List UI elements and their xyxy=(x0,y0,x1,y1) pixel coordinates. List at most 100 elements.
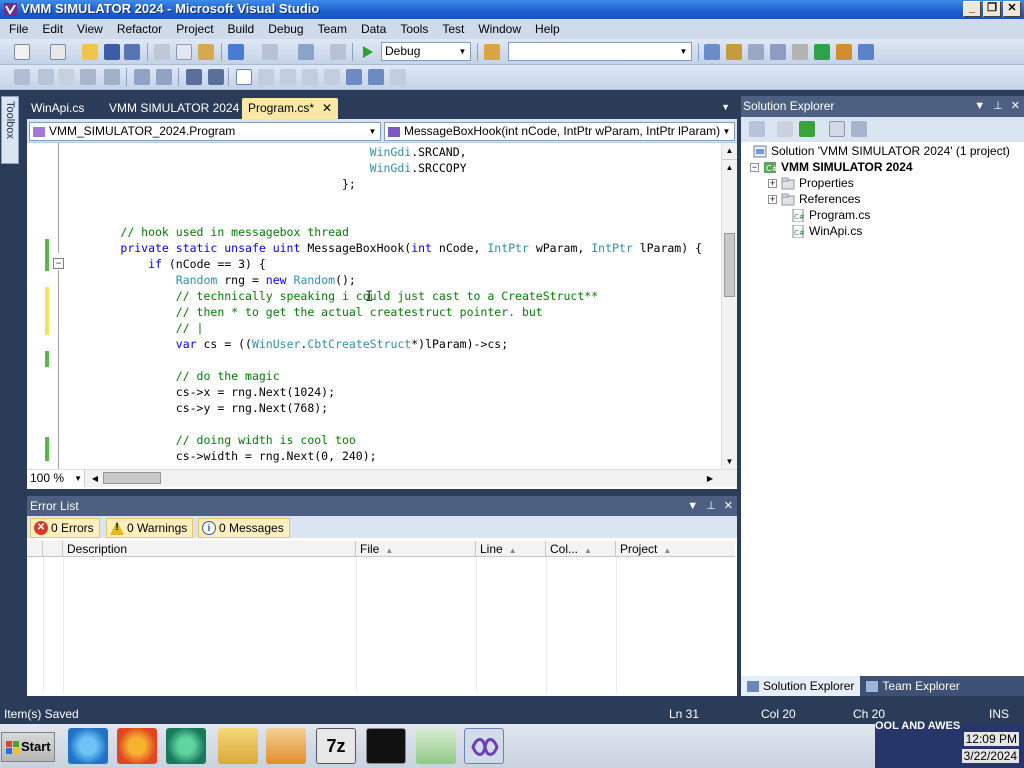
toolbox-tab[interactable]: Toolbox xyxy=(1,96,19,164)
vertical-scrollbar[interactable]: ▲ ▲ ▼ xyxy=(721,143,737,469)
collapse-toggle-icon[interactable]: − xyxy=(750,162,759,172)
active-files-dropdown-icon[interactable]: ▼ xyxy=(721,102,730,112)
extension-manager-icon[interactable] xyxy=(836,44,852,60)
decrease-indent-icon[interactable] xyxy=(134,69,150,85)
class-view-icon[interactable] xyxy=(770,44,786,60)
window-position-icon[interactable]: ▼ xyxy=(687,496,698,516)
previous-bookmark-icon[interactable] xyxy=(258,69,274,85)
menu-view[interactable]: View xyxy=(70,19,110,39)
parameter-info-icon[interactable] xyxy=(38,69,54,85)
previous-bookmark-in-document-icon[interactable] xyxy=(346,69,362,85)
close-panel-icon[interactable]: ✕ xyxy=(724,496,733,516)
tree-item-program-cs[interactable]: C# Program.cs xyxy=(791,207,870,223)
close-panel-icon[interactable]: ✕ xyxy=(1011,96,1020,116)
cut-icon[interactable] xyxy=(154,44,170,60)
tree-project-node[interactable]: − C# VMM SIMULATOR 2024 xyxy=(750,159,913,175)
internet-explorer-icon[interactable] xyxy=(68,728,108,764)
column-description[interactable]: Description xyxy=(63,541,356,557)
menu-team[interactable]: Team xyxy=(311,19,354,39)
column-project[interactable]: Project ▲ xyxy=(616,541,735,557)
clock-time[interactable]: 12:09 PM xyxy=(963,732,1019,746)
file-explorer-icon[interactable] xyxy=(218,728,258,764)
tree-solution-node[interactable]: Solution 'VMM SIMULATOR 2024' (1 project… xyxy=(753,143,1010,159)
find-in-files-icon[interactable] xyxy=(484,44,500,60)
menu-help[interactable]: Help xyxy=(528,19,567,39)
code-line[interactable]: cs->width = rng.Next(0, 240); xyxy=(65,448,377,464)
find-combo[interactable]: ▼ xyxy=(508,42,692,61)
scroll-up-icon[interactable]: ▲ xyxy=(722,143,737,158)
tab-winapi-cs[interactable]: WinApi.cs xyxy=(25,98,90,119)
object-browser-icon[interactable] xyxy=(748,44,764,60)
code-line[interactable]: private static unsafe uint MessageBoxHoo… xyxy=(65,240,702,256)
maximize-button[interactable]: ❐ xyxy=(983,1,1001,17)
messages-filter-button[interactable]: i 0 Messages xyxy=(198,518,290,538)
zoom-combo[interactable]: 100 % ▼ xyxy=(27,470,85,487)
code-line[interactable]: }; xyxy=(65,176,356,192)
code-line[interactable]: WinGdi.SRCAND, xyxy=(65,144,467,160)
complete-word-icon[interactable] xyxy=(80,69,96,85)
tree-item-winapi-cs[interactable]: C# WinApi.cs xyxy=(791,223,862,239)
column-line[interactable]: Line ▲ xyxy=(476,541,546,557)
quick-info-icon[interactable] xyxy=(58,69,74,85)
next-bookmark-in-document-icon[interactable] xyxy=(368,69,384,85)
code-line[interactable]: // doing width is cool too xyxy=(65,432,356,448)
tab-solution-explorer[interactable]: Solution Explorer xyxy=(741,676,861,696)
7zip-icon[interactable]: 7z xyxy=(316,728,356,764)
clear-bookmarks-icon[interactable] xyxy=(390,69,406,85)
view-code-icon[interactable] xyxy=(829,121,845,137)
scroll-down-icon[interactable]: ▼ xyxy=(722,454,737,469)
column-file[interactable]: File ▲ xyxy=(356,541,476,557)
media-player-icon[interactable] xyxy=(266,728,306,764)
code-line[interactable]: // then * to get the actual createstruct… xyxy=(65,304,543,320)
members-combo[interactable]: MessageBoxHook(int nCode, IntPtr wParam,… xyxy=(384,122,735,141)
split-handle[interactable]: ▲ xyxy=(722,159,737,174)
redo-icon[interactable] xyxy=(262,44,278,60)
previous-bookmark-in-folder-icon[interactable] xyxy=(302,69,318,85)
expand-toggle-icon[interactable]: + xyxy=(768,178,777,188)
tree-item-references[interactable]: + References xyxy=(768,191,860,207)
menu-debug[interactable]: Debug xyxy=(261,19,310,39)
auto-hide-pin-icon[interactable]: ⊥ xyxy=(993,96,1003,116)
undo-icon[interactable] xyxy=(228,44,244,60)
chat-app-icon[interactable] xyxy=(166,728,206,764)
column-category[interactable] xyxy=(27,541,43,557)
increase-indent-icon[interactable] xyxy=(156,69,172,85)
solution-explorer-icon[interactable] xyxy=(704,44,720,60)
types-combo[interactable]: VMM_SIMULATOR_2024.Program ▼ xyxy=(29,122,381,141)
copy-icon[interactable] xyxy=(176,44,192,60)
start-page-icon[interactable] xyxy=(814,44,830,60)
command-prompt-icon[interactable] xyxy=(366,728,406,764)
code-line[interactable]: cs->x = rng.Next(1024); xyxy=(65,384,335,400)
menu-data[interactable]: Data xyxy=(354,19,393,39)
code-line[interactable]: WinGdi.SRCCOPY xyxy=(65,160,467,176)
next-bookmark-in-folder-icon[interactable] xyxy=(324,69,340,85)
auto-hide-pin-icon[interactable]: ⊥ xyxy=(706,496,716,516)
start-debugging-icon[interactable] xyxy=(360,44,376,60)
open-folder-icon[interactable] xyxy=(82,44,98,60)
tab-team-explorer[interactable]: Team Explorer xyxy=(860,676,965,696)
start-button[interactable]: Start xyxy=(1,732,55,762)
menu-window[interactable]: Window xyxy=(471,19,528,39)
new-project-icon[interactable] xyxy=(14,44,30,60)
solution-configuration-combo[interactable]: Debug ▼ xyxy=(381,42,471,61)
window-position-icon[interactable]: ▼ xyxy=(974,96,985,116)
uncomment-lines-icon[interactable] xyxy=(208,69,224,85)
close-button[interactable]: ✕ xyxy=(1003,1,1021,17)
navigate-backward-icon[interactable] xyxy=(298,44,314,60)
column-default-order[interactable] xyxy=(43,541,63,557)
code-line[interactable]: var cs = ((WinUser.CbtCreateStruct*)lPar… xyxy=(65,336,508,352)
code-line[interactable]: Random rng = new Random(); xyxy=(65,272,356,288)
chart-app-icon[interactable] xyxy=(416,728,456,764)
menu-refactor[interactable]: Refactor xyxy=(110,19,169,39)
code-line[interactable]: cs->y = rng.Next(768); xyxy=(65,400,328,416)
expand-toggle-icon[interactable]: + xyxy=(768,194,777,204)
vertical-scroll-thumb[interactable] xyxy=(724,233,735,297)
code-line[interactable]: // hook used in messagebox thread xyxy=(65,224,348,240)
add-item-icon[interactable] xyxy=(50,44,66,60)
clock-date[interactable]: 3/22/2024 xyxy=(961,749,1019,763)
paste-icon[interactable] xyxy=(198,44,214,60)
view-class-diagram-icon[interactable] xyxy=(851,121,867,137)
minimize-button[interactable]: _ xyxy=(963,1,981,17)
errors-filter-button[interactable]: ✕ 0 Errors xyxy=(30,518,100,538)
navigate-forward-icon[interactable] xyxy=(330,44,346,60)
